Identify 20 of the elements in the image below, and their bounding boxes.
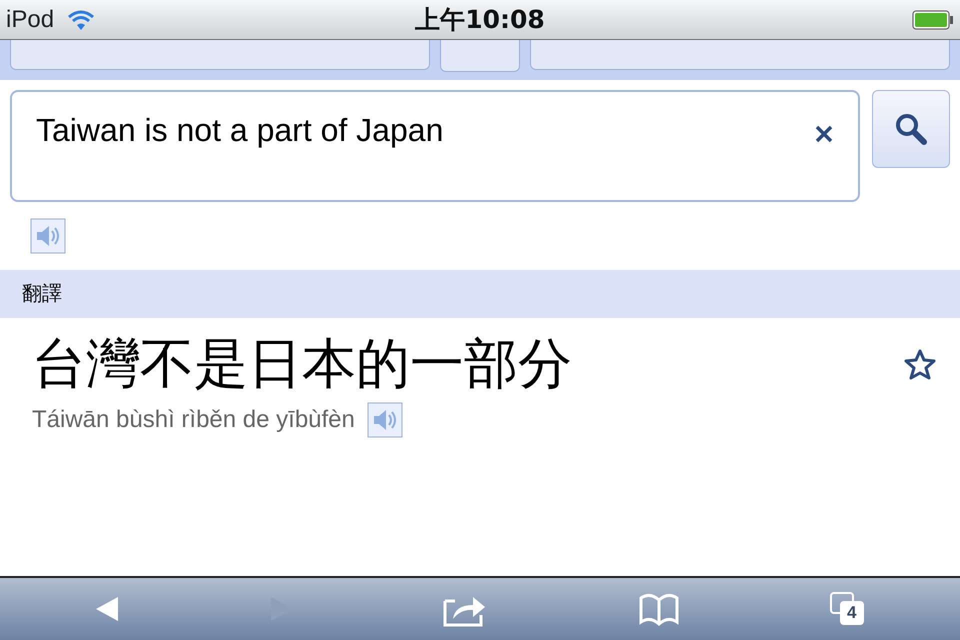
back-button[interactable] [94,595,120,623]
speaker-icon[interactable] [30,218,66,254]
star-icon[interactable] [904,348,936,380]
tabs-button[interactable]: 4 [830,592,866,626]
swap-button[interactable] [440,40,520,72]
target-language-select[interactable] [530,40,950,70]
section-title: 翻譯 [22,282,62,307]
translation-text: 台灣不是日本的一部分 [32,333,573,396]
battery-icon [912,10,954,30]
input-field[interactable]: Taiwan is not a part of Japan [10,90,860,202]
clock: 上午10:08 [415,4,545,36]
close-icon[interactable] [814,124,834,144]
romanization-text: Táiwān bùshì rìběn de yībùfèn [32,405,355,435]
speaker-icon[interactable] [366,402,403,438]
source-language-select[interactable] [10,40,430,70]
wifi-icon [66,8,96,30]
carrier-label: iPod [6,4,54,34]
search-icon [894,112,928,146]
search-button[interactable] [872,90,950,168]
bookmarks-button[interactable] [637,592,682,626]
